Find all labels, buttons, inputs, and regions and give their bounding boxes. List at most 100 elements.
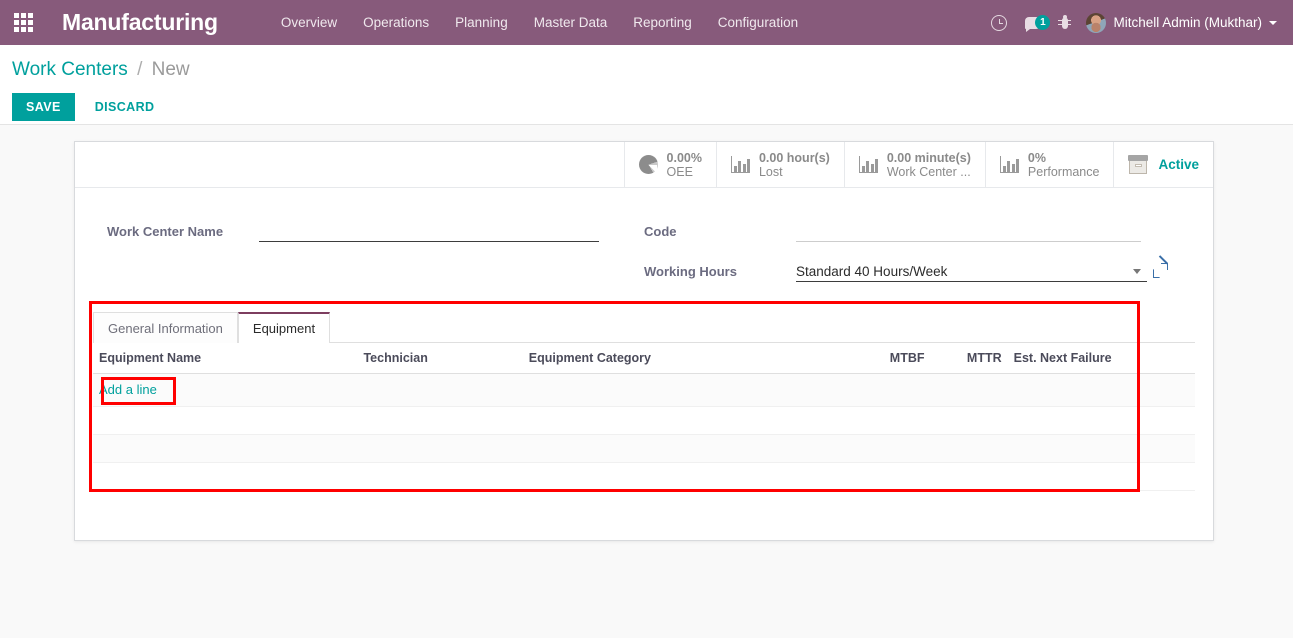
archive-state-label: Active bbox=[1158, 157, 1199, 172]
table-cell bbox=[831, 434, 931, 463]
field-row-working-hours: Working Hours bbox=[644, 255, 1213, 282]
table-cell bbox=[930, 373, 1008, 407]
col-est-next-failure: Est. Next Failure bbox=[1007, 343, 1195, 374]
avatar bbox=[1086, 12, 1107, 33]
table-cell bbox=[1007, 406, 1195, 435]
menu-item-operations[interactable]: Operations bbox=[350, 0, 442, 45]
working-hours-select-wrapper bbox=[796, 261, 1147, 282]
notebook: General Information Equipment Equipment … bbox=[93, 312, 1195, 491]
stat-button-row: 0.00% OEE 0.00 hour(s) Lost 0.00 minute(… bbox=[75, 142, 1213, 188]
table-cell bbox=[930, 462, 1008, 491]
stat-lost-label: Lost bbox=[758, 164, 783, 179]
apps-menu-toggle[interactable] bbox=[0, 0, 46, 45]
table-cell bbox=[930, 406, 1008, 435]
table-row bbox=[93, 434, 1195, 463]
working-hours-input[interactable] bbox=[796, 261, 1147, 282]
working-hours-label: Working Hours bbox=[644, 264, 737, 279]
menu-item-overview[interactable]: Overview bbox=[268, 0, 350, 45]
code-input[interactable] bbox=[796, 221, 1141, 242]
work-center-name-input[interactable] bbox=[259, 221, 599, 242]
col-equipment-name: Equipment Name bbox=[93, 343, 358, 374]
stat-button-oee[interactable]: 0.00% OEE bbox=[623, 142, 716, 187]
breadcrumb-work-centers[interactable]: Work Centers bbox=[12, 59, 128, 80]
equipment-table-head: Equipment Name Technician Equipment Cate… bbox=[93, 343, 1195, 374]
top-navbar: Manufacturing Overview Operations Planni… bbox=[0, 0, 1293, 45]
stat-work-center-label: Work Center ... bbox=[886, 164, 971, 179]
form-sheet: 0.00% OEE 0.00 hour(s) Lost 0.00 minute(… bbox=[74, 141, 1214, 541]
stat-button-work-center[interactable]: 0.00 minute(s) Work Center ... bbox=[843, 142, 985, 187]
table-cell bbox=[357, 406, 523, 435]
record-action-buttons: SAVE DISCARD bbox=[12, 93, 1293, 121]
stat-oee-text: 0.00% OEE bbox=[667, 151, 702, 179]
stat-button-lost[interactable]: 0.00 hour(s) Lost bbox=[715, 142, 844, 187]
bar-chart-icon bbox=[730, 156, 750, 173]
field-row-work-center-name: Work Center Name bbox=[107, 216, 644, 242]
view-area: 0.00% OEE 0.00 hour(s) Lost 0.00 minute(… bbox=[0, 125, 1293, 638]
stat-button-archive-active[interactable]: Active bbox=[1113, 142, 1213, 187]
breadcrumb: Work Centers / New bbox=[12, 57, 1293, 83]
table-cell bbox=[831, 373, 931, 407]
tab-general-information[interactable]: General Information bbox=[93, 312, 238, 343]
add-line-row: Add a line bbox=[93, 373, 1195, 407]
internal-link-icon[interactable] bbox=[1153, 255, 1168, 278]
chat-wrapper: 1 bbox=[1025, 14, 1051, 32]
stat-button-performance[interactable]: 0% Performance bbox=[984, 142, 1114, 187]
equipment-table-body: Add a line bbox=[93, 373, 1195, 491]
equipment-list-table: Equipment Name Technician Equipment Cate… bbox=[93, 343, 1195, 491]
stat-lost-text: 0.00 hour(s) Lost bbox=[759, 151, 830, 179]
bug-icon bbox=[1058, 14, 1072, 31]
activities-button[interactable] bbox=[982, 0, 1016, 45]
menu-item-planning[interactable]: Planning bbox=[442, 0, 521, 45]
table-cell bbox=[522, 462, 832, 491]
notebook-tabs: General Information Equipment bbox=[93, 312, 1195, 343]
user-name-label: Mitchell Admin (Mukthar) bbox=[1113, 15, 1262, 30]
bar-chart-icon bbox=[858, 156, 878, 173]
work-center-name-label: Work Center Name bbox=[107, 224, 224, 239]
table-cell bbox=[357, 373, 523, 407]
table-cell bbox=[522, 373, 832, 407]
table-cell bbox=[93, 462, 358, 491]
save-button[interactable]: SAVE bbox=[12, 93, 75, 121]
archive-box-icon bbox=[1128, 155, 1149, 174]
table-cell bbox=[93, 434, 358, 463]
table-row bbox=[93, 462, 1195, 491]
table-cell bbox=[357, 434, 523, 463]
table-cell bbox=[522, 434, 832, 463]
messaging-button[interactable]: 1 bbox=[1016, 0, 1051, 45]
stat-work-center-text: 0.00 minute(s) Work Center ... bbox=[887, 151, 971, 179]
stat-oee-label: OEE bbox=[666, 164, 693, 179]
table-cell bbox=[1007, 373, 1195, 407]
breadcrumb-separator: / bbox=[137, 59, 143, 80]
table-cell bbox=[1007, 434, 1195, 463]
add-a-line-button[interactable]: Add a line bbox=[99, 382, 157, 397]
col-mttr: MTTR bbox=[930, 343, 1008, 374]
user-menu[interactable]: Mitchell Admin (Mukthar) bbox=[1080, 0, 1285, 45]
menu-item-configuration[interactable]: Configuration bbox=[705, 0, 811, 45]
table-cell bbox=[930, 434, 1008, 463]
bar-chart-icon bbox=[999, 156, 1019, 173]
table-cell bbox=[831, 462, 931, 491]
stat-performance-text: 0% Performance bbox=[1028, 151, 1100, 179]
apps-grid-icon bbox=[13, 13, 33, 32]
discard-button[interactable]: DISCARD bbox=[83, 93, 167, 121]
tab-equipment[interactable]: Equipment bbox=[237, 312, 331, 343]
table-cell bbox=[357, 462, 523, 491]
menu-item-reporting[interactable]: Reporting bbox=[620, 0, 705, 45]
debug-button[interactable] bbox=[1049, 0, 1080, 45]
stat-lost-value: 0.00 hour(s) bbox=[758, 150, 830, 165]
stat-performance-value: 0% bbox=[1027, 150, 1046, 165]
table-cell bbox=[831, 406, 931, 435]
table-row bbox=[93, 406, 1195, 435]
table-cell bbox=[1007, 462, 1195, 491]
control-panel: Work Centers / New SAVE DISCARD bbox=[0, 45, 1293, 125]
clock-icon bbox=[991, 14, 1008, 31]
pie-chart-icon bbox=[638, 155, 658, 174]
stat-work-center-value: 0.00 minute(s) bbox=[886, 150, 971, 165]
menu-item-master-data[interactable]: Master Data bbox=[521, 0, 621, 45]
code-label: Code bbox=[644, 224, 677, 239]
app-brand-title[interactable]: Manufacturing bbox=[62, 9, 218, 36]
form-column-right: Code Working Hours bbox=[644, 216, 1213, 296]
chevron-down-icon[interactable] bbox=[1133, 269, 1141, 274]
chat-unread-badge: 1 bbox=[1035, 14, 1051, 30]
table-cell bbox=[93, 406, 358, 435]
